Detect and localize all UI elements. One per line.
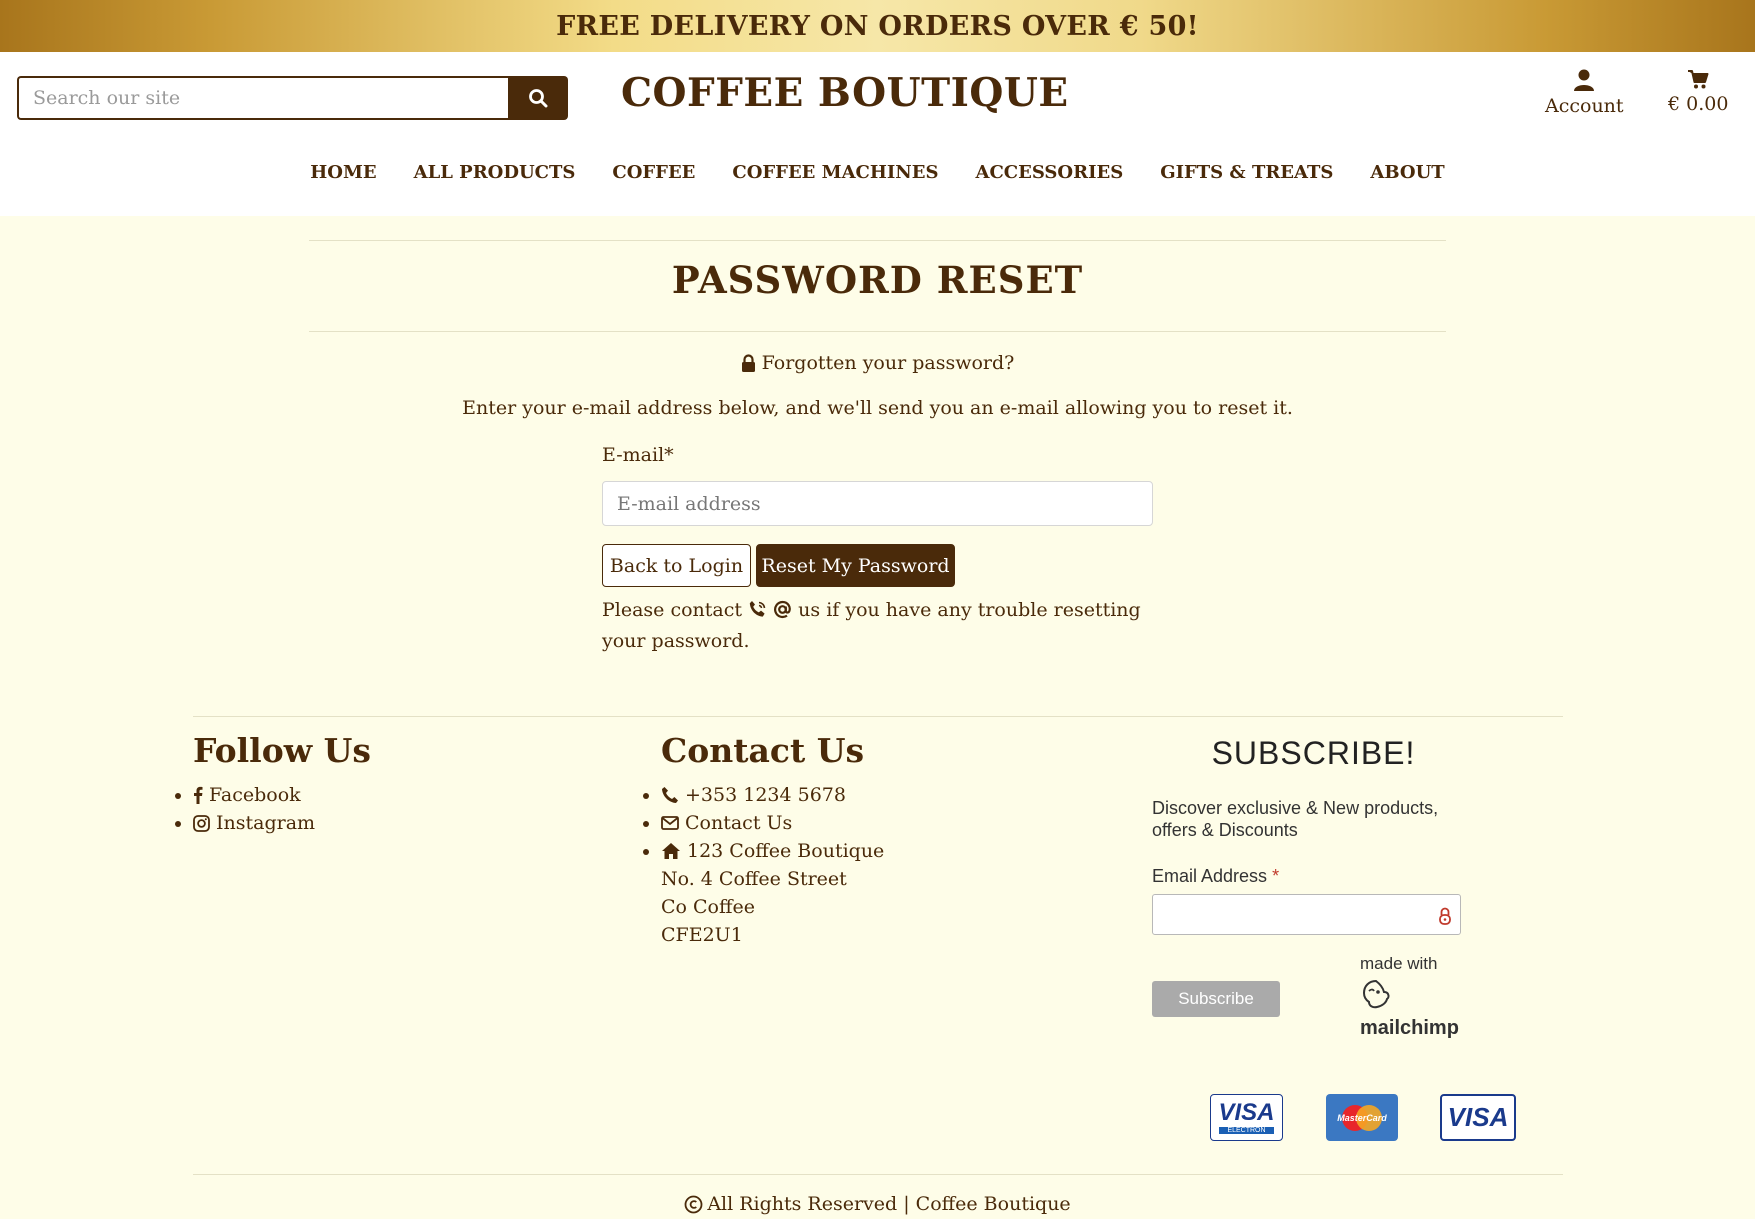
facebook-icon xyxy=(194,786,203,804)
facebook-link[interactable]: Facebook xyxy=(209,781,301,809)
instagram-icon xyxy=(193,814,210,832)
list-item: Facebook xyxy=(174,781,315,809)
contact-note-pre: Please contact xyxy=(602,599,743,621)
cart-link[interactable]: € 0.00 xyxy=(1668,68,1728,115)
mailchimp-brand: mailchimp xyxy=(1360,1017,1459,1039)
list-item: CFE2U1 xyxy=(661,921,884,949)
list-item: Instagram xyxy=(174,809,315,837)
phone-icon xyxy=(662,787,678,803)
brand-logo[interactable]: COFFEE BOUTIQUE xyxy=(621,70,1069,116)
copyright-text: All Rights Reserved | Coffee Boutique xyxy=(707,1193,1071,1215)
subscribe-button[interactable]: Subscribe xyxy=(1152,981,1280,1017)
subscribe-title: SUBSCRIBE! xyxy=(1211,735,1416,771)
address-line-4: CFE2U1 xyxy=(661,924,743,946)
forgot-text: Forgotten your password? xyxy=(761,352,1015,374)
phone-contact-link[interactable] xyxy=(748,599,767,627)
phone-number: +353 1234 5678 xyxy=(685,784,846,806)
promo-bar: FREE DELIVERY ON ORDERS OVER € 50! xyxy=(0,0,1755,52)
contact-list: +353 1234 5678 Contact Us 123 Coffee Bou… xyxy=(642,781,885,949)
copyright-icon xyxy=(684,1195,703,1213)
divider xyxy=(193,716,1563,717)
account-label: Account xyxy=(1545,95,1624,117)
address-line-1: 123 Coffee Boutique xyxy=(687,840,885,862)
copyright: All Rights Reserved | Coffee Boutique xyxy=(0,1193,1755,1215)
search-icon xyxy=(529,89,548,108)
subscribe-description: Discover exclusive & New products, offer… xyxy=(1152,798,1439,840)
page-title: PASSWORD RESET xyxy=(671,258,1084,302)
visa-card: VISA xyxy=(1440,1094,1516,1141)
instagram-link[interactable]: Instagram xyxy=(216,809,315,837)
mailchimp-made-with: made with xyxy=(1360,954,1438,973)
divider xyxy=(193,1174,1563,1175)
contact-title: Contact Us xyxy=(661,731,865,770)
address-line-3: Co Coffee xyxy=(661,896,755,918)
subscribe-email-label: Email Address * xyxy=(1152,866,1279,887)
list-item: Contact Us xyxy=(642,809,884,837)
list-item: No. 4 Coffee Street xyxy=(661,865,884,893)
email-label: E-mail* xyxy=(602,444,674,466)
required-marker: * xyxy=(1272,866,1280,886)
divider xyxy=(309,240,1446,241)
follow-list: Facebook Instagram xyxy=(174,781,315,837)
nav-about[interactable]: ABOUT xyxy=(1370,162,1444,183)
account-link[interactable]: Account xyxy=(1545,68,1624,117)
cart-icon xyxy=(1688,70,1709,89)
email-field[interactable] xyxy=(602,481,1153,526)
envelope-icon xyxy=(661,816,679,830)
mailchimp-icon xyxy=(1362,979,1390,1009)
mastercard-label: MasterCard xyxy=(1337,1112,1387,1123)
nav-coffee[interactable]: COFFEE xyxy=(612,162,695,183)
user-icon xyxy=(1574,69,1595,91)
instructions: Enter your e-mail address below, and we'… xyxy=(462,397,1293,419)
email-contact-link[interactable] xyxy=(773,599,792,627)
nav-gifts-treats[interactable]: GIFTS & TREATS xyxy=(1160,162,1333,183)
password-manager-icon xyxy=(1439,907,1451,925)
main-nav: HOME ALL PRODUCTS COFFEE COFFEE MACHINES… xyxy=(0,162,1755,183)
at-icon xyxy=(774,600,791,619)
address-line-2: No. 4 Coffee Street xyxy=(661,868,847,890)
search-button[interactable] xyxy=(508,76,568,120)
cart-total: € 0.00 xyxy=(1668,93,1729,115)
list-item: 123 Coffee Boutique xyxy=(642,837,885,865)
home-icon xyxy=(662,843,680,859)
follow-title: Follow Us xyxy=(193,731,371,770)
visa-label: VISA xyxy=(1447,1102,1509,1132)
contact-note: Please contact us if you have any troubl… xyxy=(602,596,1162,655)
lock-icon xyxy=(741,354,755,372)
reset-password-button[interactable]: Reset My Password xyxy=(756,544,955,587)
divider xyxy=(309,331,1446,332)
subscribe-label-text: Email Address xyxy=(1152,866,1268,886)
nav-home[interactable]: HOME xyxy=(310,162,376,183)
mailchimp-badge[interactable]: made with mailchimp xyxy=(1360,954,1459,1040)
site-header: COFFEE BOUTIQUE Account € 0.00 HOME ALL … xyxy=(0,52,1755,216)
list-item: +353 1234 5678 xyxy=(642,781,884,809)
visa-electron-sub: ELECTRON xyxy=(1219,1127,1274,1134)
promo-text: FREE DELIVERY ON ORDERS OVER € 50! xyxy=(556,10,1199,42)
mastercard-card: MasterCard xyxy=(1326,1094,1398,1141)
nav-accessories[interactable]: ACCESSORIES xyxy=(975,162,1123,183)
subscribe-email-input[interactable] xyxy=(1152,894,1461,935)
forgot-heading: Forgotten your password? xyxy=(0,352,1755,374)
back-to-login-button[interactable]: Back to Login xyxy=(602,544,751,587)
search-input[interactable] xyxy=(17,76,508,120)
phone-icon xyxy=(749,601,766,617)
nav-coffee-machines[interactable]: COFFEE MACHINES xyxy=(732,162,938,183)
visa-electron-label: VISA xyxy=(1218,1099,1275,1126)
search-bar xyxy=(17,76,568,120)
list-item: Co Coffee xyxy=(661,893,884,921)
nav-all-products[interactable]: ALL PRODUCTS xyxy=(414,162,576,183)
contact-us-link[interactable]: Contact Us xyxy=(685,809,792,837)
visa-electron-card: VISA ELECTRON xyxy=(1210,1094,1283,1141)
